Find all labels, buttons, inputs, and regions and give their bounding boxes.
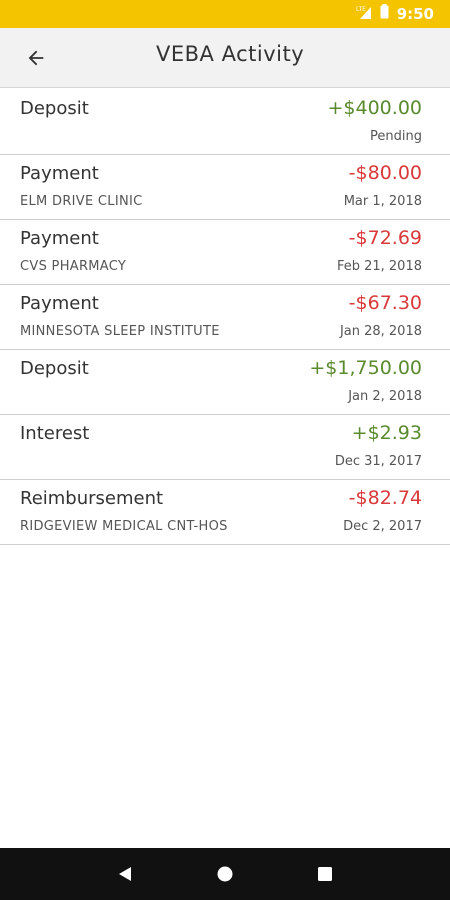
transaction-type: Reimbursement (20, 488, 164, 509)
transaction-row[interactable]: Interest +$2.93 Dec 31, 2017 (0, 415, 450, 480)
transaction-merchant: RIDGEVIEW MEDICAL CNT-HOS (20, 519, 228, 534)
transaction-merchant: ELM DRIVE CLINIC (20, 194, 143, 209)
transaction-row[interactable]: Payment -$72.69 CVS PHARMACY Feb 21, 2018 (0, 220, 450, 285)
clock-time: 9:50 (396, 5, 434, 23)
app-bar: VEBA Activity (0, 28, 450, 88)
transaction-amount: -$67.30 (348, 292, 422, 314)
transaction-date: Feb 21, 2018 (336, 259, 422, 274)
transaction-row[interactable]: Deposit +$1,750.00 Jan 2, 2018 (0, 350, 450, 415)
transaction-type: Payment (20, 163, 99, 184)
transaction-amount: -$82.74 (348, 487, 422, 509)
transaction-row[interactable]: Deposit +$400.00 Pending (0, 90, 450, 155)
transaction-list: Deposit +$400.00 Pending Payment -$80.00 ELM … (0, 90, 450, 545)
transaction-amount: +$1,750.00 (309, 357, 422, 379)
nav-home-button[interactable] (205, 854, 245, 894)
transaction-merchant: MINNESOTA SLEEP INSTITUTE (20, 324, 220, 339)
transaction-date: Dec 31, 2017 (334, 454, 422, 469)
transaction-amount: +$2.93 (351, 422, 422, 444)
transaction-type: Payment (20, 228, 99, 249)
transaction-type: Payment (20, 293, 99, 314)
transaction-row[interactable]: Payment -$80.00 ELM DRIVE CLINIC Mar 1, 201… (0, 155, 450, 220)
transaction-amount: -$80.00 (348, 162, 422, 184)
transaction-amount: -$72.69 (348, 227, 422, 249)
signal-icon: LTE (356, 5, 372, 24)
nav-back-button[interactable] (105, 854, 145, 894)
transaction-amount: +$400.00 (327, 97, 423, 119)
transaction-row[interactable]: Payment -$67.30 MINNESOTA SLEEP INSTITUTE J… (0, 285, 450, 350)
transaction-date: Jan 2, 2018 (348, 389, 422, 404)
network-label: LTE (356, 6, 366, 13)
status-bar: LTE 9:50 (0, 0, 450, 28)
nav-recents-button[interactable] (305, 854, 345, 894)
transaction-date: Dec 2, 2017 (343, 519, 422, 534)
battery-icon (380, 4, 389, 24)
page-title: VEBA Activity (156, 42, 305, 66)
transaction-type: Deposit (20, 98, 89, 119)
arrow-left-icon (28, 50, 44, 66)
transaction-type: Deposit (20, 358, 89, 379)
transaction-row[interactable]: Reimbursement -$82.74 RIDGEVIEW MEDICAL CN… (0, 480, 450, 545)
transaction-merchant: CVS PHARMACY (20, 259, 127, 274)
transaction-date: Jan 28, 2018 (339, 324, 422, 339)
transaction-type: Interest (20, 423, 90, 444)
system-nav-bar (0, 848, 450, 900)
back-button[interactable] (16, 40, 56, 76)
transaction-date: Pending (370, 129, 422, 144)
back-triangle-icon (119, 867, 131, 881)
home-circle-icon (217, 866, 233, 882)
recents-square-icon (318, 867, 332, 881)
transaction-date: Mar 1, 2018 (343, 194, 422, 209)
